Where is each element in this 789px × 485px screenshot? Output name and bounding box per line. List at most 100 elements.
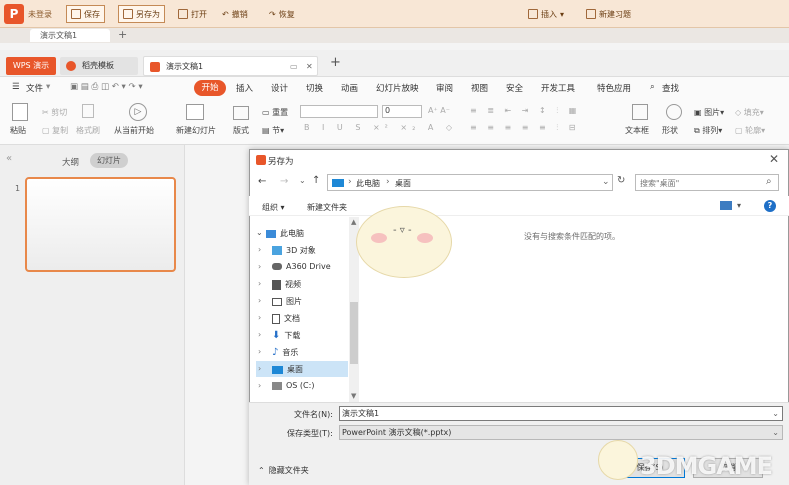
outline-button[interactable]: ▢ 轮廓▾ bbox=[735, 125, 765, 136]
font-grow-icons[interactable]: A⁺ A⁻ bbox=[428, 106, 450, 115]
tab-developer[interactable]: 开发工具 bbox=[541, 82, 575, 94]
chevron-down-icon[interactable]: ▾ bbox=[46, 82, 50, 92]
login-status[interactable]: 未登录 bbox=[28, 9, 52, 20]
paragraph-icons[interactable]: ≡ ≣ ⇤ ⇥ ↕ ⫶ ▦ bbox=[470, 106, 580, 116]
filename-input[interactable]: 演示文稿1 ⌄ bbox=[339, 406, 783, 421]
chevron-down-icon[interactable]: ⌄ bbox=[772, 426, 779, 439]
textbox-button[interactable]: 文本框 bbox=[625, 125, 649, 136]
up-arrow-icon[interactable]: ↑ bbox=[312, 175, 320, 186]
reset-button[interactable]: ▭ 重置 bbox=[262, 107, 288, 118]
tab-view[interactable]: 视图 bbox=[471, 82, 488, 94]
new-exercise-button[interactable]: 新建习题 bbox=[582, 5, 635, 23]
save-button[interactable]: 保存 bbox=[66, 5, 105, 23]
chevron-right-icon[interactable]: › bbox=[258, 381, 261, 390]
from-current-button[interactable]: 从当前开始 bbox=[114, 125, 154, 136]
tab-wps-presentation[interactable]: WPS 演示 bbox=[6, 57, 56, 75]
search-icon[interactable]: ⌕ bbox=[650, 82, 655, 92]
tree-item-a360-drive[interactable]: A360 Drive bbox=[272, 262, 331, 271]
new-slide-button[interactable]: 新建幻灯片 bbox=[176, 125, 216, 136]
redo-button[interactable]: ↷ 恢复 bbox=[265, 5, 299, 23]
chevron-right-icon[interactable]: › bbox=[258, 279, 261, 288]
tab-review[interactable]: 审阅 bbox=[436, 82, 453, 94]
breadcrumb-desktop[interactable]: 桌面 bbox=[395, 178, 411, 189]
picture-button[interactable]: ▣ 图片▾ bbox=[694, 107, 724, 118]
font-name-select[interactable] bbox=[300, 105, 378, 118]
tab-presentation[interactable]: 演示文稿1 ▭ ✕ bbox=[143, 56, 318, 76]
scroll-up-icon[interactable]: ▲ bbox=[351, 218, 356, 226]
font-size-select[interactable]: 0 bbox=[382, 105, 422, 118]
insert-button[interactable]: 插入 ▾ bbox=[524, 5, 568, 23]
breadcrumb-this-pc[interactable]: 此电脑 bbox=[356, 178, 380, 189]
search-input[interactable]: 搜索"桌面" ⌕ bbox=[635, 174, 779, 191]
tree-item-this-pc[interactable]: 此电脑 bbox=[266, 228, 304, 239]
address-bar[interactable]: › 此电脑 › 桌面 ⌄ bbox=[327, 174, 613, 191]
save-as-button[interactable]: 另存为 bbox=[118, 5, 165, 23]
format-painter-button[interactable]: 格式刷 bbox=[76, 125, 100, 136]
tab-insert[interactable]: 插入 bbox=[236, 82, 253, 94]
slide-thumbnail[interactable] bbox=[25, 177, 176, 272]
forward-arrow-icon[interactable]: → bbox=[280, 176, 288, 187]
close-icon[interactable]: ✕ bbox=[769, 152, 779, 166]
refresh-icon[interactable]: ↻ bbox=[617, 175, 625, 186]
section-button[interactable]: ▤ 节▾ bbox=[262, 125, 284, 136]
font-style-icons[interactable]: B I U S ×² ×₂ A ◇ bbox=[304, 123, 457, 132]
hide-folders-toggle[interactable]: ⌃ 隐藏文件夹 bbox=[258, 465, 309, 476]
search-icon[interactable]: ⌕ bbox=[766, 176, 772, 187]
chevron-right-icon[interactable]: › bbox=[258, 296, 261, 305]
tab-outline[interactable]: 大纲 bbox=[62, 156, 79, 168]
menu-file[interactable]: 文件 bbox=[26, 82, 43, 94]
help-icon[interactable]: ? bbox=[764, 200, 776, 212]
pin-icon[interactable]: ▭ bbox=[290, 57, 298, 77]
tab-security[interactable]: 安全 bbox=[506, 82, 523, 94]
filetype-select[interactable]: PowerPoint 演示文稿(*.pptx) ⌄ bbox=[339, 425, 783, 440]
chevron-right-icon[interactable]: › bbox=[258, 245, 261, 254]
tree-item-music[interactable]: ♪ 音乐 bbox=[272, 347, 298, 358]
chevron-right-icon[interactable]: › bbox=[258, 313, 261, 322]
chevron-right-icon[interactable]: › bbox=[258, 364, 261, 373]
tree-item-3d-objects[interactable]: 3D 对象 bbox=[272, 245, 316, 256]
tab-features[interactable]: 特色应用 bbox=[597, 82, 631, 94]
open-button[interactable]: 打开 bbox=[174, 5, 211, 23]
chevron-right-icon[interactable]: › bbox=[258, 262, 261, 271]
tab-transition[interactable]: 切换 bbox=[306, 82, 323, 94]
scrollbar-thumb[interactable] bbox=[350, 302, 358, 364]
organize-button[interactable]: 组织 ▾ bbox=[262, 202, 285, 213]
chevron-down-icon[interactable]: ⌄ bbox=[602, 177, 610, 187]
tab-animation[interactable]: 动画 bbox=[341, 82, 358, 94]
add-tab-icon[interactable]: + bbox=[330, 55, 341, 70]
tab-slides[interactable]: 幻灯片 bbox=[90, 153, 128, 168]
tree-item-documents[interactable]: 文档 bbox=[272, 313, 300, 324]
new-folder-button[interactable]: 新建文件夹 bbox=[307, 202, 347, 213]
tree-item-videos[interactable]: 视频 bbox=[272, 279, 301, 290]
new-tab-icon[interactable]: + bbox=[118, 28, 127, 41]
arrange-button[interactable]: ⧉ 排列▾ bbox=[694, 125, 722, 136]
hamburger-icon[interactable]: ☰ bbox=[12, 82, 20, 92]
tab-template[interactable]: 稻壳模板 bbox=[60, 57, 138, 75]
chevron-down-icon[interactable]: ⌄ bbox=[772, 407, 779, 420]
chevron-down-icon[interactable]: ⌄ bbox=[256, 228, 263, 237]
tab-start[interactable]: 开始 bbox=[194, 80, 226, 96]
collapse-panel-icon[interactable]: « bbox=[6, 153, 12, 164]
tab-slideshow[interactable]: 幻灯片放映 bbox=[376, 82, 419, 94]
tree-item-downloads[interactable]: ⬇ 下载 bbox=[272, 330, 300, 341]
wps-logo-icon[interactable]: P bbox=[4, 4, 24, 24]
tree-item-pictures[interactable]: 图片 bbox=[272, 296, 302, 307]
chevron-down-icon[interactable]: ▾ bbox=[737, 201, 741, 210]
back-arrow-icon[interactable]: ← bbox=[258, 176, 266, 187]
layout-button[interactable]: 版式 bbox=[233, 125, 249, 136]
paste-button[interactable]: 粘贴 bbox=[10, 125, 26, 136]
tree-item-desktop[interactable]: 桌面 bbox=[272, 364, 303, 375]
shape-button[interactable]: 形状 bbox=[662, 125, 678, 136]
chevron-right-icon[interactable]: › bbox=[258, 330, 261, 339]
tab-design[interactable]: 设计 bbox=[271, 82, 288, 94]
fill-button[interactable]: ◇ 填充▾ bbox=[735, 107, 764, 118]
tree-item-os-c[interactable]: OS (C:) bbox=[272, 381, 314, 390]
view-options-icon[interactable] bbox=[720, 201, 732, 210]
copy-button[interactable]: ▢ 复制 bbox=[42, 125, 68, 136]
recent-locations-icon[interactable]: ⌄ bbox=[299, 176, 306, 185]
align-icons[interactable]: ≡ ≡ ≡ ≡ ≡ ⫶ ⊟ bbox=[470, 123, 579, 133]
menu-search[interactable]: 查找 bbox=[662, 82, 679, 94]
cut-button[interactable]: ✂ 剪切 bbox=[42, 107, 67, 118]
chevron-right-icon[interactable]: › bbox=[258, 347, 261, 356]
quick-tools-icons[interactable]: ▣ ▤ ⎙ ◫ ↶ ▾ ↷ ▾ bbox=[70, 82, 143, 92]
